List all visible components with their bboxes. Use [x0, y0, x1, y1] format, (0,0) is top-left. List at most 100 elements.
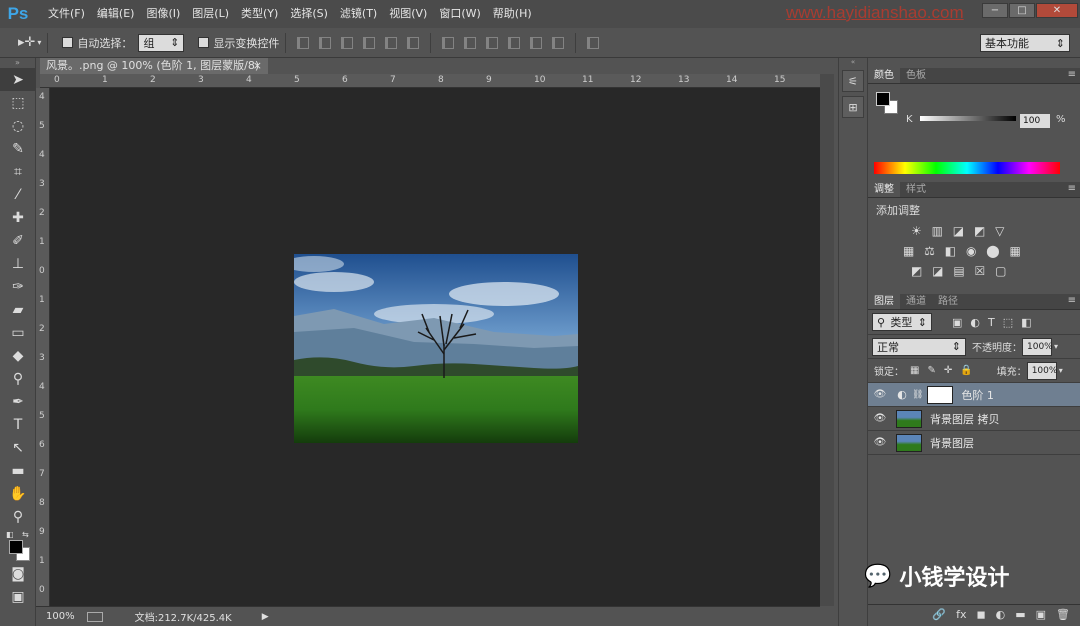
- gradient-map-icon[interactable]: ▢: [995, 264, 1006, 278]
- minimize-button[interactable]: −: [982, 3, 1008, 18]
- distribute-right-icon[interactable]: [552, 36, 565, 49]
- black-white-icon[interactable]: ◧: [945, 244, 956, 258]
- k-value-input[interactable]: 100: [1020, 114, 1050, 128]
- layer-row-background[interactable]: 👁 背景图层: [868, 431, 1080, 455]
- new-layer-icon[interactable]: ▣: [1036, 608, 1046, 621]
- layer-row-background-copy[interactable]: 👁 背景图层 拷贝: [868, 407, 1080, 431]
- path-select-icon[interactable]: ↖: [0, 436, 36, 459]
- zoom-tool-icon[interactable]: ⚲: [0, 505, 36, 528]
- healing-brush-icon[interactable]: ✚: [0, 206, 36, 229]
- eye-icon[interactable]: 👁: [868, 437, 892, 448]
- history-panel-icon[interactable]: ⚟: [842, 70, 864, 92]
- menu-layer[interactable]: 图层(L): [186, 0, 235, 28]
- curves-icon[interactable]: ◪: [953, 224, 964, 238]
- panel-menu-icon[interactable]: ≡: [1068, 69, 1076, 80]
- workspace-dropdown[interactable]: 基本功能 ⇕: [980, 34, 1070, 52]
- tab-color[interactable]: 颜色: [868, 68, 900, 83]
- tab-swatches[interactable]: 色板: [900, 68, 932, 83]
- filter-smart-icon[interactable]: ◧: [1021, 316, 1031, 329]
- menu-edit[interactable]: 编辑(E): [91, 0, 141, 28]
- filter-adjust-icon[interactable]: ◐: [970, 316, 980, 329]
- menu-view[interactable]: 视图(V): [383, 0, 433, 28]
- pen-tool-icon[interactable]: ✒: [0, 390, 36, 413]
- color-balance-icon[interactable]: ⚖: [924, 244, 935, 258]
- close-document-icon[interactable]: ×: [253, 58, 262, 74]
- vibrance-icon[interactable]: ▽: [995, 224, 1004, 238]
- lasso-tool-icon[interactable]: ◌: [0, 114, 36, 137]
- collapse-icon[interactable]: «: [839, 58, 867, 66]
- move-tool-icon[interactable]: ▸✛: [18, 35, 35, 50]
- align-vcenter-icon[interactable]: [319, 36, 332, 49]
- menu-window[interactable]: 窗口(W): [433, 0, 486, 28]
- landscape-photo[interactable]: [294, 254, 578, 443]
- photo-filter-icon[interactable]: ◉: [966, 244, 976, 258]
- link-layers-icon[interactable]: 🔗: [932, 608, 946, 621]
- align-left-icon[interactable]: [363, 36, 376, 49]
- close-window-button[interactable]: ✕: [1036, 3, 1078, 18]
- align-top-icon[interactable]: [297, 36, 310, 49]
- align-bottom-icon[interactable]: [341, 36, 354, 49]
- share-icon[interactable]: [86, 611, 103, 622]
- distribute-bottom-icon[interactable]: [486, 36, 499, 49]
- history-brush-icon[interactable]: ✑: [0, 275, 36, 298]
- blend-mode-dropdown[interactable]: 正常 ⇕: [872, 337, 966, 356]
- tab-adjustments[interactable]: 调整: [868, 182, 900, 197]
- layer-name[interactable]: 色阶 1: [961, 387, 994, 403]
- align-hcenter-icon[interactable]: [385, 36, 398, 49]
- eye-icon[interactable]: 👁: [868, 389, 892, 400]
- panel-menu-icon[interactable]: ≡: [1068, 295, 1076, 306]
- hue-saturation-icon[interactable]: ▦: [903, 244, 914, 258]
- maximize-button[interactable]: □: [1009, 3, 1035, 18]
- fill-input[interactable]: 100%: [1026, 361, 1057, 380]
- stamp-tool-icon[interactable]: ⊥: [0, 252, 36, 275]
- layer-name[interactable]: 背景图层 拷贝: [930, 411, 1000, 427]
- crop-tool-icon[interactable]: ⌗: [0, 160, 36, 183]
- color-lookup-icon[interactable]: ▦: [1010, 244, 1021, 258]
- selective-color-icon[interactable]: ☒: [975, 264, 986, 278]
- filter-pixel-icon[interactable]: ▣: [952, 316, 962, 329]
- menu-image[interactable]: 图像(I): [140, 0, 186, 28]
- delete-layer-icon[interactable]: 🗑: [1056, 608, 1070, 621]
- status-menu-arrow-icon[interactable]: ▶: [262, 612, 269, 622]
- align-right-icon[interactable]: [407, 36, 420, 49]
- brightness-icon[interactable]: ☀: [911, 224, 922, 238]
- channel-mixer-icon[interactable]: ⬤: [986, 244, 999, 258]
- opacity-input[interactable]: 100%: [1022, 337, 1053, 356]
- auto-select-checkbox[interactable]: [62, 37, 74, 48]
- layer-row-levels[interactable]: 👁 ◐ ⛓ 色阶 1: [868, 383, 1080, 407]
- document-tab[interactable]: 风景。.png @ 100% (色阶 1, 图层蒙版/8) * ×: [40, 58, 268, 88]
- default-colors-icon[interactable]: ◧: [6, 530, 14, 539]
- hand-tool-icon[interactable]: ✋: [0, 482, 36, 505]
- dodge-tool-icon[interactable]: ⚲: [0, 367, 36, 390]
- auto-align-icon[interactable]: [587, 36, 600, 49]
- new-adjustment-icon[interactable]: ◐: [996, 608, 1006, 621]
- fill-arrow-icon[interactable]: ▾: [1059, 366, 1063, 375]
- lock-all-icon[interactable]: 🔒: [960, 365, 972, 376]
- layer-style-icon[interactable]: fx: [956, 608, 966, 621]
- lock-transparent-icon[interactable]: ▦: [910, 365, 919, 376]
- tool-preset-arrow-icon[interactable]: ▾: [37, 38, 41, 47]
- distribute-hcenter-icon[interactable]: [530, 36, 543, 49]
- tab-layers[interactable]: 图层: [868, 294, 900, 309]
- gradient-tool-icon[interactable]: ▭: [0, 321, 36, 344]
- exposure-icon[interactable]: ◩: [974, 224, 985, 238]
- opacity-arrow-icon[interactable]: ▾: [1054, 342, 1058, 351]
- tab-styles[interactable]: 样式: [900, 182, 932, 197]
- menu-file[interactable]: 文件(F): [42, 0, 91, 28]
- collapse-icon[interactable]: »: [0, 58, 35, 68]
- shape-tool-icon[interactable]: ▬: [0, 459, 36, 482]
- eraser-tool-icon[interactable]: ▰: [0, 298, 36, 321]
- eye-icon[interactable]: 👁: [868, 413, 892, 424]
- invert-icon[interactable]: ◩: [911, 264, 922, 278]
- tab-channels[interactable]: 通道: [900, 294, 932, 309]
- brush-tool-icon[interactable]: ✐: [0, 229, 36, 252]
- threshold-icon[interactable]: ▤: [953, 264, 964, 278]
- menu-type[interactable]: 类型(Y): [235, 0, 284, 28]
- filter-type-icon[interactable]: T: [988, 316, 995, 329]
- panel-menu-icon[interactable]: ≡: [1068, 183, 1076, 194]
- new-group-icon[interactable]: ▬: [1015, 608, 1025, 621]
- properties-panel-icon[interactable]: ⊞: [842, 96, 864, 118]
- tab-paths[interactable]: 路径: [932, 294, 964, 309]
- distribute-vcenter-icon[interactable]: [464, 36, 477, 49]
- distribute-left-icon[interactable]: [508, 36, 521, 49]
